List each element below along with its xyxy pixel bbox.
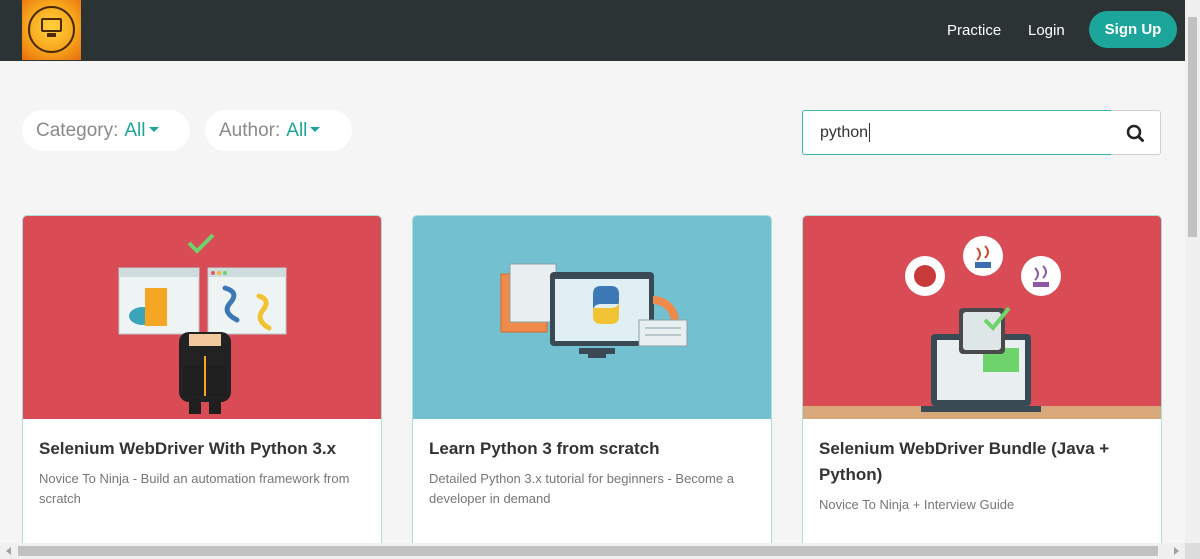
course-title[interactable]: Selenium WebDriver Bundle (Java + Python…: [819, 436, 1149, 488]
scrollbar-corner: [1185, 543, 1200, 559]
author-filter-value: All: [286, 120, 308, 141]
author-filter-label: Author:: [219, 120, 281, 141]
search-input-value: python: [820, 124, 869, 141]
nav-login-link[interactable]: Login: [1028, 22, 1065, 39]
caret-down-icon: [310, 126, 321, 132]
text-cursor: [869, 123, 871, 143]
caret-down-icon: [148, 126, 159, 132]
scroll-left-arrow-icon[interactable]: [0, 543, 18, 559]
horizontal-scrollbar[interactable]: [0, 543, 1185, 559]
logo-stand-shape: [47, 33, 56, 37]
vertical-scroll-thumb[interactable]: [1188, 17, 1197, 237]
search-icon: [1126, 124, 1144, 142]
category-filter-value: All: [124, 120, 146, 141]
author-filter-dropdown[interactable]: Author: All: [205, 110, 352, 151]
course-subtitle: Novice To Ninja - Build an automation fr…: [39, 471, 350, 506]
course-title[interactable]: Selenium WebDriver With Python 3.x: [39, 436, 369, 462]
course-title[interactable]: Learn Python 3 from scratch: [429, 436, 759, 462]
signup-button[interactable]: Sign Up: [1089, 11, 1177, 48]
course-card[interactable]: Selenium WebDriver Bundle (Java + Python…: [802, 215, 1162, 555]
course-thumbnail-selenium-bundle: [803, 216, 1161, 419]
logo-screen-shape: [41, 18, 62, 32]
top-navbar: Practice Login Sign Up: [0, 0, 1185, 61]
vertical-scrollbar[interactable]: [1185, 0, 1200, 543]
scroll-right-arrow-icon[interactable]: [1167, 543, 1185, 559]
search-button[interactable]: [1111, 110, 1161, 155]
nav-practice-link[interactable]: Practice: [947, 22, 1001, 39]
course-subtitle: Detailed Python 3.x tutorial for beginne…: [429, 471, 734, 506]
course-card[interactable]: Selenium WebDriver With Python 3.x Novic…: [22, 215, 382, 555]
course-thumbnail-selenium-python: [23, 216, 381, 419]
course-card[interactable]: Learn Python 3 from scratch Detailed Pyt…: [412, 215, 772, 555]
category-filter-label: Category:: [36, 120, 119, 141]
course-subtitle: Novice To Ninja + Interview Guide: [819, 497, 1015, 512]
category-filter-dropdown[interactable]: Category: All: [22, 110, 190, 151]
brand-logo-icon[interactable]: [22, 0, 81, 60]
horizontal-scroll-thumb[interactable]: [18, 546, 1158, 556]
search-input[interactable]: python: [802, 110, 1112, 155]
course-thumbnail-learn-python: [413, 216, 771, 419]
